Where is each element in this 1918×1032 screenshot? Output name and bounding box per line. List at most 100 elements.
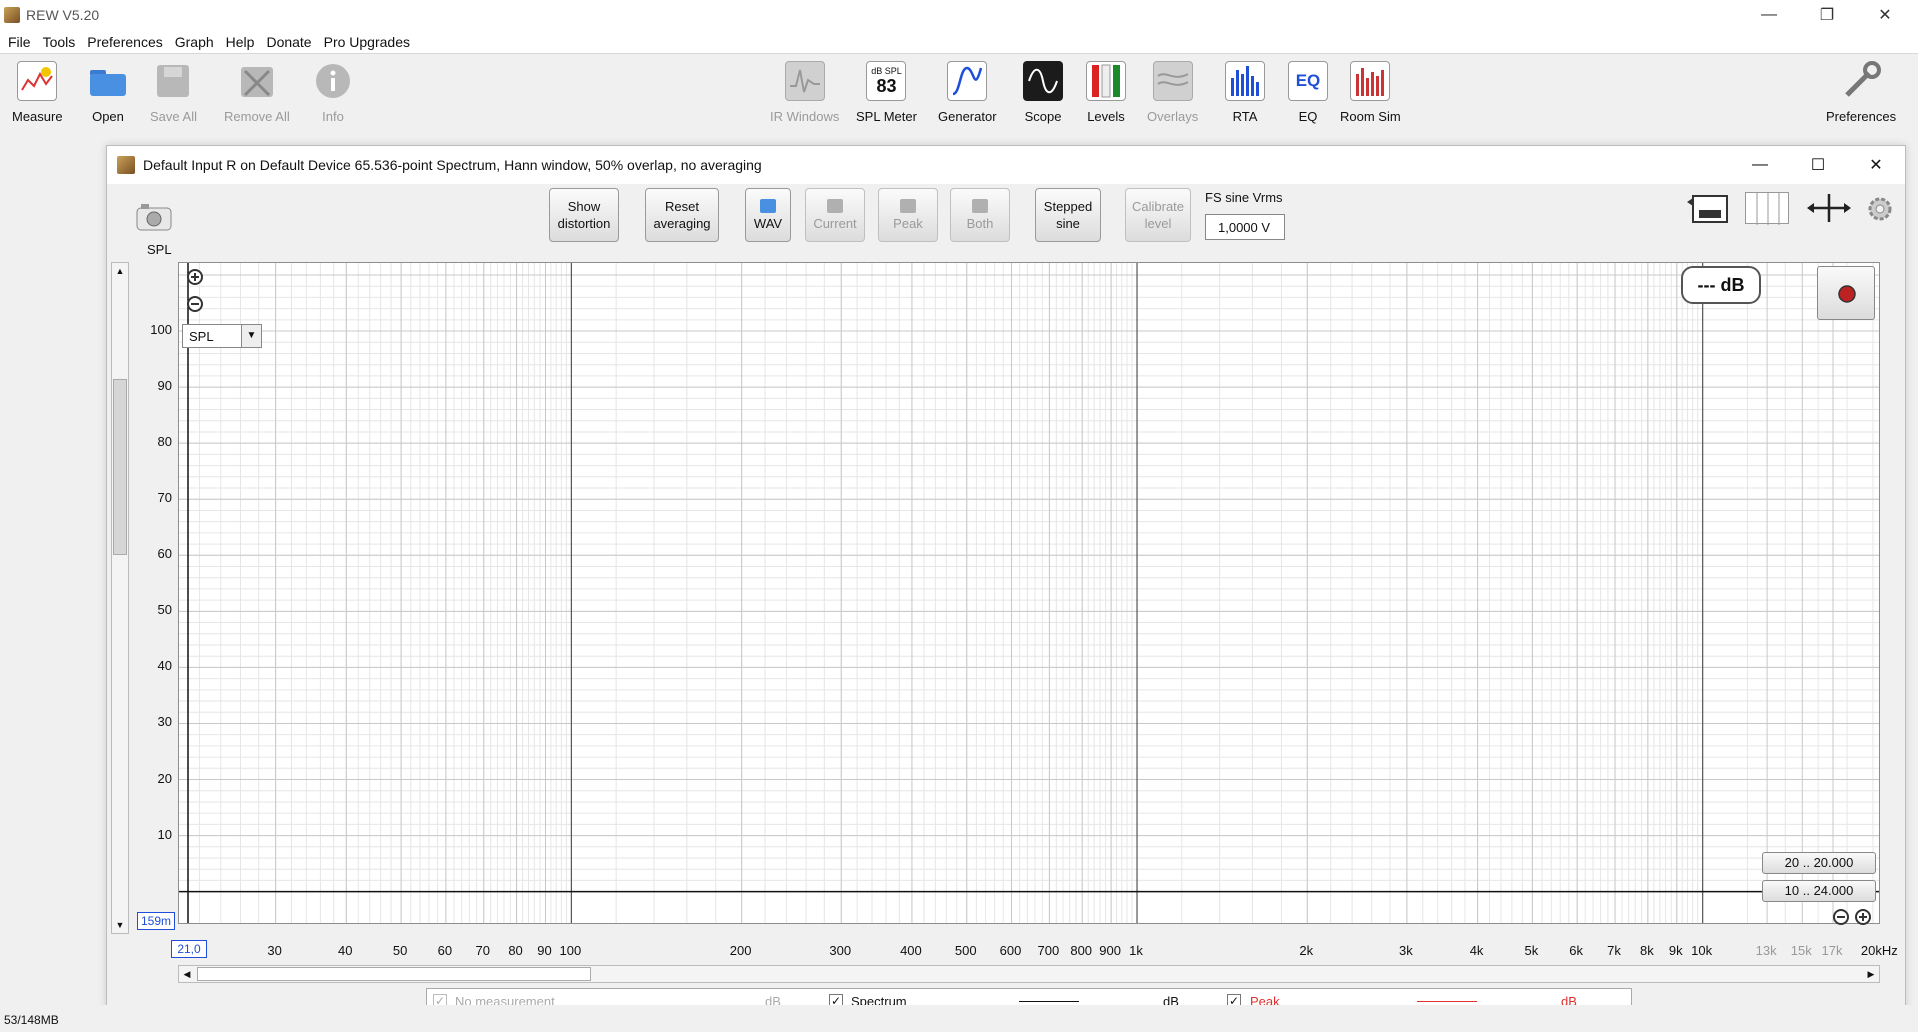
levels-icon bbox=[1086, 61, 1126, 101]
menu-graph[interactable]: Graph bbox=[175, 34, 214, 50]
level-readout: --- dB bbox=[1681, 266, 1761, 304]
room-sim-button[interactable]: Room Sim bbox=[1340, 61, 1401, 124]
restore-button[interactable]: ❐ bbox=[1798, 0, 1856, 30]
zoom-out-horizontal-icon[interactable] bbox=[1832, 908, 1850, 926]
spectrum-plot[interactable]: SPL ▼ --- dB 20 .. 20.000 10 .. 24.000 bbox=[178, 262, 1880, 926]
fs-sine-input[interactable]: 1,0000 V bbox=[1205, 214, 1285, 240]
ir-windows-button[interactable]: IR Windows bbox=[770, 61, 839, 124]
x-tick-label: 2k bbox=[1299, 943, 1314, 958]
zoom-in-vertical-icon[interactable] bbox=[185, 267, 205, 287]
menu-preferences[interactable]: Preferences bbox=[87, 34, 162, 50]
save-all-button[interactable]: Save All bbox=[150, 61, 197, 124]
minimize-button[interactable]: — bbox=[1740, 0, 1798, 30]
peak-line-swatch bbox=[1417, 1001, 1477, 1002]
scope-button[interactable]: Scope bbox=[1023, 61, 1063, 124]
spl-select[interactable]: SPL ▼ bbox=[182, 324, 262, 348]
menu-donate[interactable]: Donate bbox=[266, 34, 311, 50]
eq-button[interactable]: EQ EQ bbox=[1288, 61, 1328, 124]
measure-icon bbox=[17, 61, 58, 101]
measure-button[interactable]: Measure bbox=[12, 61, 63, 124]
main-toolbar: Measure Open Save All Remove All Info IR… bbox=[0, 55, 1918, 130]
fit-axes-icon[interactable] bbox=[1807, 192, 1851, 224]
app-title: REW V5.20 bbox=[26, 7, 100, 23]
y-tick-label: 40 bbox=[157, 658, 172, 674]
generator-button[interactable]: Generator bbox=[938, 61, 997, 124]
vertical-scrollbar[interactable]: ▲ ▼ bbox=[111, 262, 129, 934]
y-tick-label: 90 bbox=[157, 378, 172, 394]
rta-close-button[interactable]: ✕ bbox=[1847, 146, 1905, 184]
y-tick-label: 30 bbox=[157, 714, 172, 730]
spl-meter-button[interactable]: dB SPL 83 SPL Meter bbox=[856, 61, 917, 124]
rta-button[interactable]: RTA bbox=[1225, 61, 1265, 124]
zoom-in-horizontal-icon[interactable] bbox=[1854, 908, 1872, 926]
scroll-up-arrow[interactable]: ▲ bbox=[112, 263, 128, 279]
x-tick-label: 900 bbox=[1099, 943, 1121, 958]
y-tick-label: 100 bbox=[150, 322, 172, 338]
menu-pro-upgrades[interactable]: Pro Upgrades bbox=[324, 34, 410, 50]
record-button[interactable] bbox=[1817, 266, 1875, 320]
memory-usage: 53/148MB bbox=[4, 1013, 59, 1027]
rta-window-icon bbox=[117, 156, 135, 174]
preferences-button[interactable]: Preferences bbox=[1826, 61, 1896, 124]
overlays-icon bbox=[1152, 61, 1193, 101]
wav-button[interactable]: WAV bbox=[745, 188, 791, 242]
x-tick-label: 200 bbox=[729, 943, 752, 958]
save-icon bbox=[827, 198, 843, 213]
scroll-down-arrow[interactable]: ▼ bbox=[112, 917, 128, 933]
scroll-left-arrow[interactable]: ◀ bbox=[179, 966, 195, 982]
columns-icon[interactable] bbox=[1745, 192, 1789, 225]
fs-sine-label: FS sine Vrms bbox=[1205, 190, 1283, 205]
horizontal-scrollbar[interactable]: ◀ ▶ bbox=[178, 965, 1880, 983]
menu-tools[interactable]: Tools bbox=[43, 34, 76, 50]
save-current-button[interactable]: Current bbox=[805, 188, 865, 242]
gear-icon[interactable] bbox=[1865, 194, 1895, 224]
x-tick-label: 8k bbox=[1639, 943, 1654, 958]
title-bar: REW V5.20 — ❐ ✕ bbox=[0, 0, 1918, 30]
x-tick-label: 9k bbox=[1668, 943, 1683, 958]
open-button[interactable]: Open bbox=[88, 61, 128, 124]
spl-meter-icon: dB SPL 83 bbox=[866, 61, 907, 101]
reset-averaging-button[interactable]: Reset averaging bbox=[645, 188, 719, 242]
menu-help[interactable]: Help bbox=[226, 34, 255, 50]
layout-icon[interactable] bbox=[1685, 192, 1731, 226]
rta-minimize-button[interactable]: — bbox=[1731, 146, 1789, 184]
overlays-button[interactable]: Overlays bbox=[1147, 61, 1198, 124]
close-button[interactable]: ✕ bbox=[1856, 0, 1914, 30]
zoom-out-vertical-icon[interactable] bbox=[185, 294, 205, 314]
chevron-down-icon[interactable]: ▼ bbox=[241, 325, 261, 347]
x-tick-label: 5k bbox=[1524, 943, 1539, 958]
save-peak-button[interactable]: Peak bbox=[878, 188, 938, 242]
y-tick-label: 10 bbox=[157, 826, 172, 842]
menu-file[interactable]: File bbox=[8, 34, 31, 50]
scroll-right-arrow[interactable]: ▶ bbox=[1863, 966, 1879, 982]
x-tick-label: 15k bbox=[1790, 943, 1812, 958]
levels-button[interactable]: Levels bbox=[1086, 61, 1126, 124]
spectrum-line-swatch bbox=[1019, 1001, 1079, 1002]
info-button[interactable]: Info bbox=[313, 61, 353, 124]
y-tick-label: 70 bbox=[157, 490, 172, 506]
stepped-sine-button[interactable]: Stepped sine bbox=[1035, 188, 1101, 242]
horizontal-scroll-thumb[interactable] bbox=[197, 967, 591, 981]
remove-all-button[interactable]: Remove All bbox=[224, 61, 290, 124]
x-tick-label: 70 bbox=[475, 943, 490, 958]
camera-icon[interactable] bbox=[135, 202, 173, 232]
rta-bars-icon bbox=[1225, 61, 1265, 101]
vertical-scroll-thumb[interactable] bbox=[113, 379, 127, 555]
x-tick-label: 17k bbox=[1821, 943, 1843, 958]
rta-maximize-button[interactable]: ☐ bbox=[1789, 146, 1847, 184]
save-both-button[interactable]: Both bbox=[950, 188, 1010, 242]
save-icon bbox=[972, 198, 988, 213]
save-all-icon bbox=[153, 61, 193, 101]
x-tick-label: 40 bbox=[338, 943, 353, 958]
calibrate-level-button[interactable]: Calibrate level bbox=[1125, 188, 1191, 242]
spl-axis-label: SPL bbox=[147, 242, 172, 257]
x-tick-label: 60 bbox=[437, 943, 453, 958]
range-20-20000-button[interactable]: 20 .. 20.000 bbox=[1762, 852, 1876, 874]
x-tick-label: 1k bbox=[1129, 943, 1143, 958]
show-distortion-button[interactable]: Show distortion bbox=[549, 188, 619, 242]
x-tick-label: 3k bbox=[1399, 943, 1413, 958]
range-10-24000-button[interactable]: 10 .. 24.000 bbox=[1762, 880, 1876, 902]
x-tick-label: 10k bbox=[1691, 943, 1713, 958]
plot-grid bbox=[179, 263, 1879, 923]
sine-wave-icon bbox=[947, 61, 988, 101]
